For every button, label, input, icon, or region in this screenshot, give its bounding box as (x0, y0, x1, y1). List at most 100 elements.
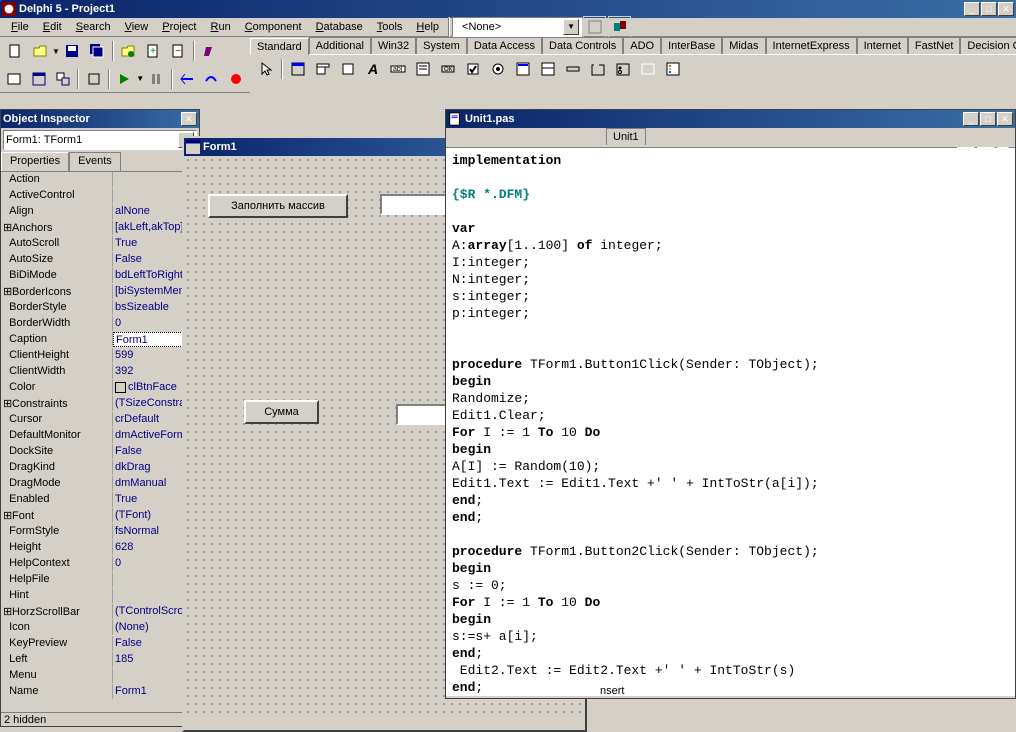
palette-tab-win32[interactable]: Win32 (371, 37, 416, 54)
oi-selector[interactable]: Form1: TForm1 ▼ (3, 130, 197, 150)
panel-component[interactable] (636, 58, 659, 80)
close-button[interactable]: ✕ (998, 2, 1014, 16)
menu-search[interactable]: Search (69, 19, 118, 35)
open-project-button[interactable] (117, 40, 140, 62)
step-over-button[interactable] (200, 68, 222, 90)
menu-file[interactable]: File (4, 19, 36, 35)
prop-row[interactable]: BorderWidth0 (1, 316, 199, 332)
prop-row[interactable]: KeyPreviewFalse (1, 636, 199, 652)
frames-component[interactable] (286, 58, 309, 80)
prop-row[interactable]: ⊞BorderIcons[biSystemMenu (1, 284, 199, 300)
prop-row[interactable]: Icon(None) (1, 620, 199, 636)
remove-file-button[interactable]: − (167, 40, 190, 62)
prop-row[interactable]: DefaultMonitordmActiveForm (1, 428, 199, 444)
component-combo[interactable]: <None> ▼ (452, 17, 582, 37)
view-unit-button[interactable] (3, 68, 25, 90)
prop-row[interactable]: HelpFile (1, 572, 199, 588)
view-form-button[interactable] (27, 68, 49, 90)
prop-row[interactable]: Left185 (1, 652, 199, 668)
prop-row[interactable]: AutoScrollTrue (1, 236, 199, 252)
pause-button[interactable] (145, 68, 167, 90)
menu-component[interactable]: Component (238, 19, 309, 35)
saveall-button[interactable] (86, 40, 109, 62)
prop-row[interactable]: HelpContext0 (1, 556, 199, 572)
palette-tab-ado[interactable]: ADO (623, 37, 661, 54)
menu-view[interactable]: View (118, 19, 156, 35)
oi-tab-properties[interactable]: Properties (1, 152, 69, 171)
code-text-area[interactable]: implementation {$R *.DFM} var A:array[1.… (446, 148, 1015, 696)
button1[interactable]: Заполнить массив (208, 194, 348, 218)
help-button[interactable] (198, 40, 221, 62)
prop-row[interactable]: AutoSizeFalse (1, 252, 199, 268)
prop-row[interactable]: Hint (1, 588, 199, 604)
open-button[interactable] (28, 40, 51, 62)
tb-btn-a[interactable] (583, 16, 606, 38)
button-component[interactable]: OK (436, 58, 459, 80)
listbox-component[interactable] (511, 58, 534, 80)
radiobutton-component[interactable] (486, 58, 509, 80)
palette-tab-internet[interactable]: Internet (857, 37, 908, 54)
prop-row[interactable]: ⊞HorzScrollBar(TControlScrollB (1, 604, 199, 620)
prop-row[interactable]: ActiveControl (1, 188, 199, 204)
oi-tab-events[interactable]: Events (69, 152, 121, 171)
breakpoint-button[interactable] (225, 68, 247, 90)
prop-row[interactable]: DragKinddkDrag (1, 460, 199, 476)
scrollbar-component[interactable] (561, 58, 584, 80)
menu-help[interactable]: Help (409, 19, 446, 35)
menu-tools[interactable]: Tools (370, 19, 410, 35)
prop-row[interactable]: FormStylefsNormal (1, 524, 199, 540)
code-close-button[interactable]: ✕ (997, 112, 1013, 126)
palette-tab-decision-c-[interactable]: Decision C... (960, 37, 1016, 54)
prop-row[interactable]: CaptionForm1 (1, 332, 199, 348)
prop-row[interactable]: ⊞Font(TFont) (1, 508, 199, 524)
prop-row[interactable]: ColorclBtnFace (1, 380, 199, 396)
palette-tab-system[interactable]: System (416, 37, 467, 54)
edit-component[interactable]: ab| (386, 58, 409, 80)
prop-row[interactable]: EnabledTrue (1, 492, 199, 508)
button2[interactable]: Сумма (244, 400, 319, 424)
add-file-button[interactable]: + (142, 40, 165, 62)
popupmenu-component[interactable] (336, 58, 359, 80)
menu-project[interactable]: Project (155, 19, 203, 35)
menu-run[interactable]: Run (204, 19, 238, 35)
prop-row[interactable]: NameForm1 (1, 684, 199, 700)
prop-row[interactable]: Action (1, 172, 199, 188)
new-form-button[interactable] (82, 68, 104, 90)
prop-row[interactable]: BorderStylebsSizeable (1, 300, 199, 316)
palette-tab-data-access[interactable]: Data Access (467, 37, 542, 54)
checkbox-component[interactable] (461, 58, 484, 80)
combo-dropdown-icon[interactable]: ▼ (563, 19, 579, 35)
groupbox-component[interactable] (586, 58, 609, 80)
code-max-button[interactable]: □ (980, 112, 996, 126)
prop-row[interactable]: ⊞Anchors[akLeft,akTop] (1, 220, 199, 236)
label-component[interactable]: A (361, 58, 384, 80)
trace-into-button[interactable] (176, 68, 198, 90)
prop-row[interactable]: AlignalNone (1, 204, 199, 220)
palette-tab-data-controls[interactable]: Data Controls (542, 37, 623, 54)
palette-tab-additional[interactable]: Additional (309, 37, 371, 54)
palette-tab-standard[interactable]: Standard (250, 38, 309, 55)
prop-row[interactable]: Menu (1, 668, 199, 684)
prop-row[interactable]: ClientWidth392 (1, 364, 199, 380)
oi-close-button[interactable]: ✕ (181, 112, 197, 126)
prop-row[interactable]: DragModedmManual (1, 476, 199, 492)
radiogroup-component[interactable] (611, 58, 634, 80)
new-button[interactable] (3, 40, 26, 62)
tb-btn-b[interactable] (608, 16, 631, 38)
mainmenu-component[interactable] (311, 58, 334, 80)
palette-tab-interbase[interactable]: InterBase (661, 37, 722, 54)
prop-row[interactable]: ⊞Constraints(TSizeConstrair (1, 396, 199, 412)
palette-tab-fastnet[interactable]: FastNet (908, 37, 961, 54)
save-button[interactable] (61, 40, 84, 62)
prop-row[interactable]: Height628 (1, 540, 199, 556)
combobox-component[interactable] (536, 58, 559, 80)
toggle-button[interactable] (52, 68, 74, 90)
prop-row[interactable]: ClientHeight599 (1, 348, 199, 364)
run-button[interactable] (113, 68, 135, 90)
maximize-button[interactable]: □ (981, 2, 997, 16)
actionlist-component[interactable] (661, 58, 684, 80)
palette-tab-midas[interactable]: Midas (722, 37, 765, 54)
code-tab-unit1[interactable]: Unit1 (606, 128, 646, 145)
prop-row[interactable]: BiDiModebdLeftToRight (1, 268, 199, 284)
prop-row[interactable]: CursorcrDefault (1, 412, 199, 428)
